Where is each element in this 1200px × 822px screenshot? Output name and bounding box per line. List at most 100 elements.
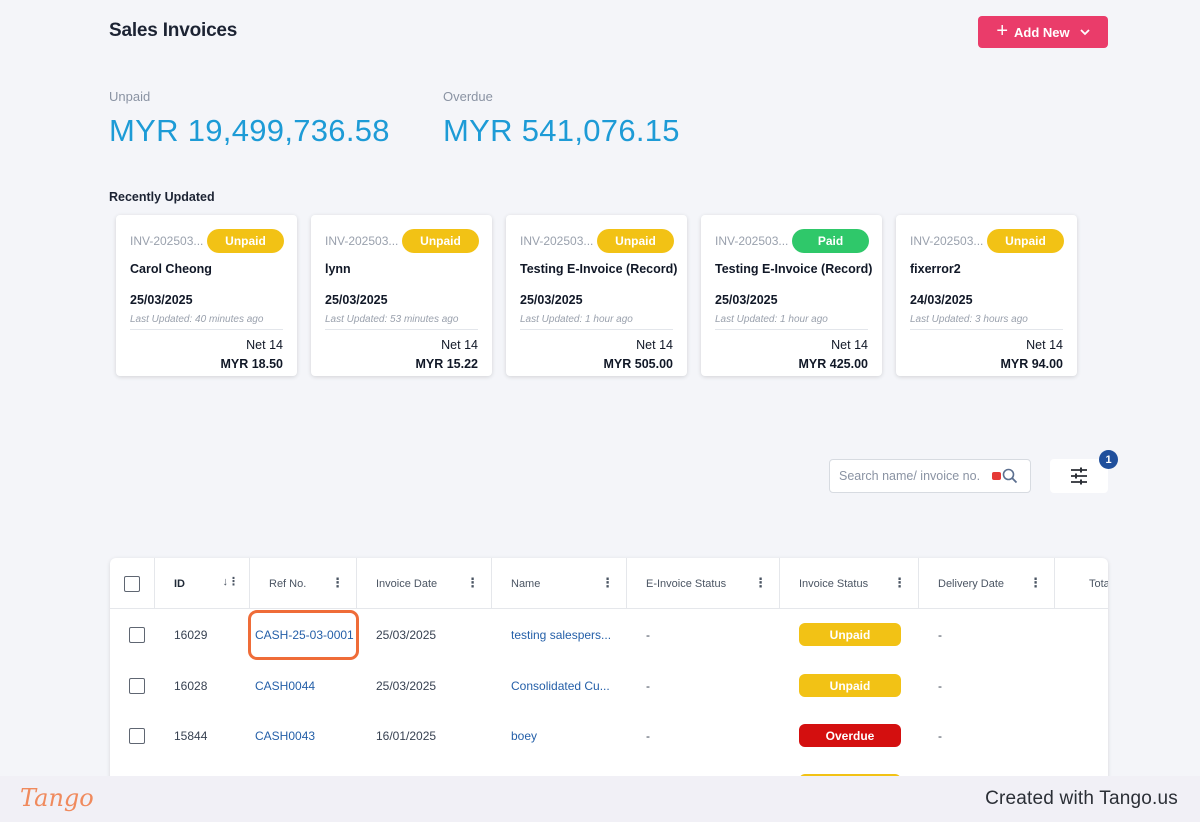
sliders-icon	[1071, 467, 1087, 485]
column-menu-icon[interactable]: ⋮	[754, 576, 767, 589]
recent-cards: INV-202503... Unpaid Carol Cheong 25/03/…	[116, 215, 1077, 376]
card-invoice-no: INV-202503...	[910, 234, 984, 248]
card-divider	[520, 329, 673, 330]
card-divider	[910, 329, 1063, 330]
recent-invoice-card[interactable]: INV-202503... Unpaid fixerror2 24/03/202…	[896, 215, 1077, 376]
card-status-badge: Unpaid	[402, 229, 479, 253]
column-menu-icon[interactable]: ⋮	[601, 576, 614, 589]
select-all-checkbox[interactable]	[124, 575, 140, 592]
cell-einvoice-status: -	[646, 728, 650, 743]
chevron-down-icon	[1080, 28, 1090, 35]
status-badge: Unpaid	[799, 674, 901, 697]
column-header-invoice-date[interactable]: Invoice Date ⋮	[357, 558, 492, 609]
filter-count-badge: 1	[1099, 450, 1118, 469]
cell-delivery-date: -	[938, 627, 942, 642]
column-label: Delivery Date	[938, 577, 1005, 590]
table-row-partial	[110, 761, 1108, 776]
cell-invoice-date: 16/01/2025	[376, 728, 437, 743]
row-select-cell	[129, 609, 145, 660]
row-checkbox[interactable]	[129, 626, 145, 643]
column-label: Invoice Status	[799, 577, 869, 590]
row-select-cell	[129, 660, 145, 711]
column-header-ref-no[interactable]: Ref No. ⋮	[250, 558, 357, 609]
column-header-invoice-status[interactable]: Invoice Status ⋮	[780, 558, 919, 609]
card-last-updated: Last Updated: 1 hour ago	[520, 314, 633, 325]
cell-invoice-date: 25/03/2025	[376, 678, 437, 693]
overdue-label: Overdue	[443, 89, 493, 104]
add-new-label: Add New	[1014, 24, 1070, 40]
column-label: Ref No.	[269, 577, 307, 590]
card-terms: Net 14	[246, 338, 283, 352]
cell-einvoice-status: -	[646, 678, 650, 693]
row-checkbox[interactable]	[129, 677, 145, 694]
card-customer-name: Testing E-Invoice (Record)	[715, 262, 873, 276]
cell-invoice-status	[799, 761, 901, 776]
cell-name-link[interactable]: boey	[511, 710, 537, 761]
column-label: Invoice Date	[376, 577, 438, 590]
cell-invoice-status: Unpaid	[799, 609, 901, 660]
row-checkbox[interactable]	[129, 727, 145, 744]
column-label: Name	[511, 577, 541, 590]
cell-id: 15844	[174, 728, 208, 743]
column-header-einvoice-status[interactable]: E-Invoice Status ⋮	[627, 558, 780, 609]
card-last-updated: Last Updated: 40 minutes ago	[130, 314, 264, 325]
plus-icon: +	[996, 20, 1009, 42]
sort-desc-icon[interactable]: ↓⋮	[223, 576, 240, 589]
invoice-table: ID ↓⋮ Ref No. ⋮ Invoice Date ⋮ Name ⋮ E-…	[110, 558, 1108, 776]
cell-ref-link[interactable]: CASH0043	[255, 710, 315, 761]
card-invoice-no: INV-202503...	[520, 234, 594, 248]
cell-name-link[interactable]: Consolidated Cu...	[511, 660, 610, 711]
column-label: E-Invoice Status	[646, 577, 727, 590]
column-menu-icon[interactable]: ⋮	[466, 576, 479, 589]
row-select-cell	[129, 710, 145, 761]
column-header-name[interactable]: Name ⋮	[492, 558, 627, 609]
card-terms: Net 14	[441, 338, 478, 352]
page-title: Sales Invoices	[109, 20, 238, 41]
cell-ref-link[interactable]: CASH0044	[255, 660, 315, 711]
card-amount: MYR 425.00	[798, 357, 868, 371]
card-customer-name: lynn	[325, 262, 351, 276]
search-icon[interactable]	[1002, 468, 1018, 484]
card-terms: Net 14	[1026, 338, 1063, 352]
card-date: 25/03/2025	[325, 293, 388, 307]
recent-invoice-card[interactable]: INV-202503... Unpaid Testing E-Invoice (…	[506, 215, 687, 376]
table-row[interactable]: 15844 CASH0043 16/01/2025 boey - Overdue…	[110, 710, 1108, 761]
cell-delivery-date: -	[938, 678, 942, 693]
column-header-total[interactable]: Tota	[1055, 558, 1108, 609]
column-menu-icon[interactable]: ⋮	[893, 576, 906, 589]
cell-ref-link[interactable]: CASH-25-03-0001	[255, 609, 354, 660]
add-new-button[interactable]: + Add New	[978, 16, 1108, 48]
card-divider	[715, 329, 868, 330]
card-status-badge: Unpaid	[207, 229, 284, 253]
column-menu-icon[interactable]: ⋮	[1029, 576, 1042, 589]
recent-invoice-card[interactable]: INV-202503... Paid Testing E-Invoice (Re…	[701, 215, 882, 376]
cell-delivery-date: -	[938, 728, 942, 743]
tango-footer: Tango Created with Tango.us	[0, 776, 1200, 822]
card-invoice-no: INV-202503...	[130, 234, 204, 248]
recent-invoice-card[interactable]: INV-202503... Unpaid Carol Cheong 25/03/…	[116, 215, 297, 376]
column-menu-icon[interactable]: ⋮	[331, 576, 344, 589]
card-date: 25/03/2025	[520, 293, 583, 307]
overdue-total: MYR 541,076.15	[443, 113, 680, 148]
column-header-id[interactable]: ID ↓⋮	[155, 558, 250, 609]
table-header: ID ↓⋮ Ref No. ⋮ Invoice Date ⋮ Name ⋮ E-…	[110, 558, 1108, 609]
card-status-badge: Unpaid	[987, 229, 1064, 253]
sales-invoices-page: Sales Invoices + Add New Unpaid MYR 19,4…	[0, 0, 1200, 776]
table-row[interactable]: 16028 CASH0044 25/03/2025 Consolidated C…	[110, 660, 1108, 711]
card-date: 25/03/2025	[715, 293, 778, 307]
card-last-updated: Last Updated: 53 minutes ago	[325, 314, 459, 325]
card-terms: Net 14	[636, 338, 673, 352]
recent-invoice-card[interactable]: INV-202503... Unpaid lynn 25/03/2025 Las…	[311, 215, 492, 376]
column-label: Tota	[1089, 577, 1108, 590]
cell-name-link[interactable]: testing salespers...	[511, 609, 611, 660]
recently-updated-title: Recently Updated	[109, 190, 215, 204]
column-header-delivery-date[interactable]: Delivery Date ⋮	[919, 558, 1055, 609]
card-customer-name: Carol Cheong	[130, 262, 212, 276]
table-row[interactable]: 16029 CASH-25-03-0001 25/03/2025 testing…	[110, 609, 1108, 660]
unpaid-label: Unpaid	[109, 89, 151, 104]
status-badge: Overdue	[799, 724, 901, 747]
card-last-updated: Last Updated: 1 hour ago	[715, 314, 828, 325]
card-terms: Net 14	[831, 338, 868, 352]
search-input[interactable]	[839, 469, 999, 483]
cell-id: 16029	[174, 627, 208, 642]
